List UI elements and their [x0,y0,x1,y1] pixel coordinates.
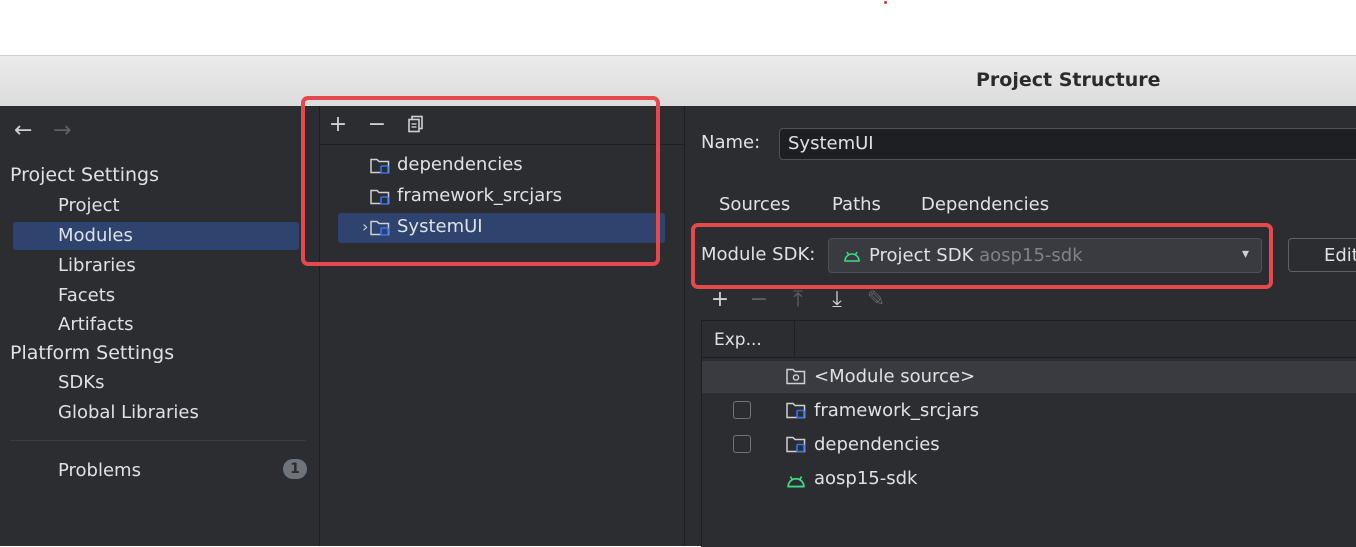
dependency-label: dependencies [814,434,940,455]
export-column-header[interactable]: Exp... [714,330,762,350]
arrow-left-icon[interactable]: ← [14,118,32,144]
settings-nav: ← → Project Settings Project Modules Lib… [0,106,318,546]
highlight-box-module-tree [301,96,660,266]
add-icon[interactable]: + [708,288,732,312]
nav-item-project[interactable]: Project [58,195,120,216]
dependencies-table: Exp... <Module source> framework_srcjars… [701,320,1356,547]
nav-item-artifacts[interactable]: Artifacts [58,314,133,335]
table-row[interactable]: <Module source> [702,361,1356,393]
module-source-folder-icon [786,368,806,385]
nav-item-problems[interactable]: Problems [58,460,141,481]
module-name-field[interactable]: SystemUI [779,128,1356,160]
arrow-right-icon[interactable]: → [53,118,71,144]
window-titlebar: Project Structure [0,55,1356,106]
nav-item-sdks[interactable]: SDKs [58,372,104,393]
project-structure-dialog: ← → Project Settings Project Modules Lib… [0,106,1356,547]
table-header: Exp... [702,321,1356,358]
dependency-label: <Module source> [814,366,976,387]
column-divider [794,321,795,357]
table-row[interactable]: dependencies [702,429,1356,461]
move-up-icon[interactable]: ⤒ [786,288,810,312]
android-icon [787,476,805,488]
move-down-icon[interactable]: ⤓ [825,288,849,312]
export-checkbox[interactable] [733,401,751,419]
project-settings-header: Project Settings [10,164,159,186]
window-title: Project Structure [976,69,1161,91]
table-row[interactable]: framework_srcjars [702,395,1356,427]
module-folder-icon [786,436,806,453]
platform-settings-header: Platform Settings [10,342,175,364]
module-detail-pane: Name: SystemUI Sources Paths Dependencie… [684,106,1356,547]
export-checkbox[interactable] [733,435,751,453]
table-row[interactable]: aosp15-sdk [702,463,1356,495]
problems-count-badge: 1 [283,459,307,479]
nav-selection-highlight [13,222,299,250]
nav-item-global-libraries[interactable]: Global Libraries [58,402,199,423]
module-name-value: SystemUI [788,133,874,154]
edit-pencil-icon[interactable]: ✎ [864,288,888,312]
tab-dependencies[interactable]: Dependencies [921,194,1049,215]
nav-item-libraries[interactable]: Libraries [58,255,136,276]
module-folder-icon [786,402,806,419]
dependency-label: aosp15-sdk [814,468,918,489]
nav-item-modules[interactable]: Modules [58,225,133,246]
dependency-label: framework_srcjars [814,400,980,421]
edit-sdk-button[interactable]: Edit [1288,238,1356,272]
highlight-box-module-sdk [691,223,1273,289]
nav-item-facets[interactable]: Facets [58,285,115,306]
nav-divider [10,440,306,441]
red-marker-dot [884,1,887,4]
tab-sources[interactable]: Sources [719,194,790,215]
tab-paths[interactable]: Paths [832,194,881,215]
name-label: Name: [701,132,761,153]
remove-icon[interactable]: − [747,288,771,312]
edit-label: Edit [1324,245,1356,266]
